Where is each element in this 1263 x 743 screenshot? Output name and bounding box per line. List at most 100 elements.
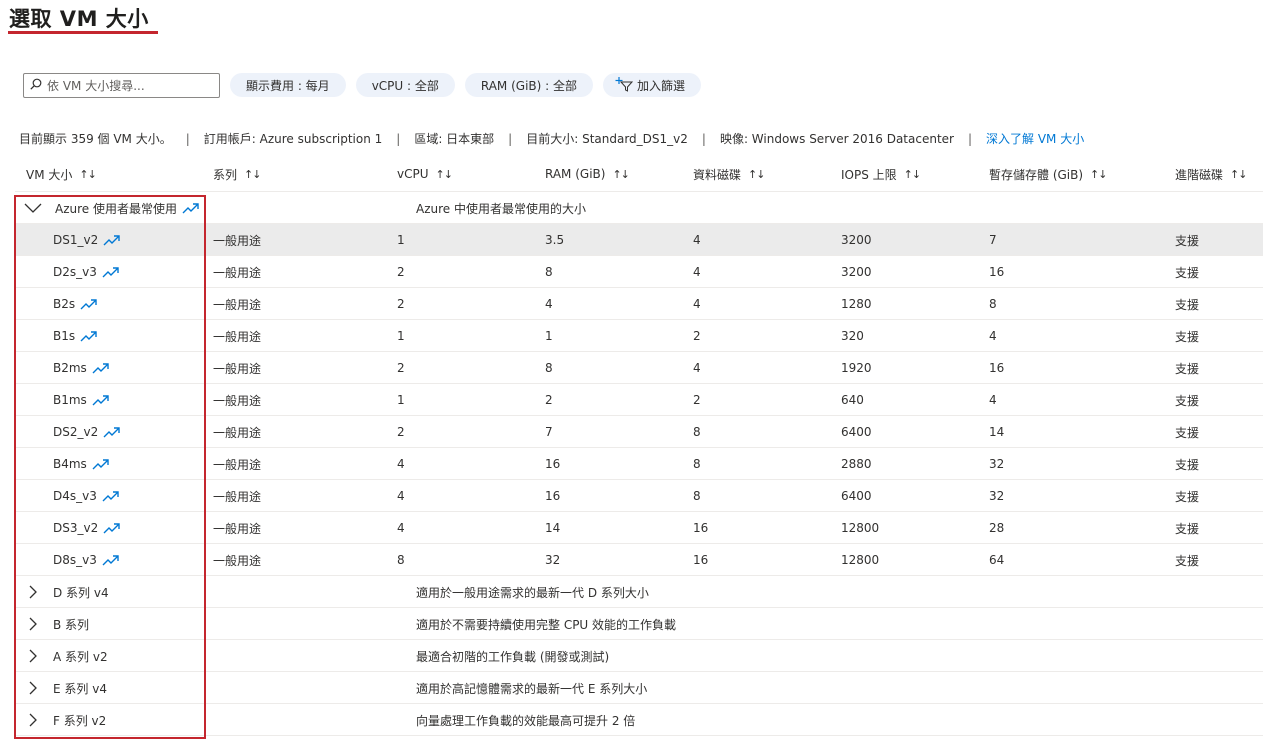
chevron-right-icon[interactable] [27,576,39,608]
column-header-family[interactable]: 系列 ↑↓ [213,165,261,183]
family-cell: 一般用途 [213,329,262,344]
family-cell: 一般用途 [213,361,262,376]
column-header-data-disks[interactable]: 資料磁碟 ↑↓ [693,165,765,183]
iops-cell: 320 [841,329,864,343]
search-placeholder: 依 VM 大小搜尋... [47,78,145,93]
region-info: 區域: 日本東部 [414,132,495,146]
ram-cell: 3.5 [545,233,565,247]
iops-cell: 3200 [841,265,872,279]
chevron-right-icon[interactable] [27,608,39,640]
separator: | [701,131,706,146]
group-row[interactable]: B 系列 適用於不需要持續使用完整 CPU 效能的工作負載 [15,608,1263,640]
search-input[interactable]: 依 VM 大小搜尋... [23,72,220,98]
ram-cell: 14 [545,521,561,535]
separator: | [396,131,401,146]
table-row[interactable]: B1s 一般用途 1 1 2 320 4 支援 [15,320,1263,352]
table-row[interactable]: D4s_v3 一般用途 4 16 8 6400 32 支援 [15,480,1263,512]
family-cell: 一般用途 [213,233,262,248]
vcpu-cell: 2 [397,265,405,279]
table-row[interactable]: DS1_v2 一般用途 1 3.5 4 3200 7 支援 [15,224,1263,256]
size-cell: D4s_v3 [53,480,120,512]
size-name: D2s_v3 [53,265,97,279]
size-name: D4s_v3 [53,489,97,503]
column-header-iops[interactable]: IOPS 上限 ↑↓ [841,165,921,183]
size-cell: B1s [53,320,98,352]
premium-disk-cell: 支援 [1175,329,1200,344]
column-header-label: IOPS 上限 [841,167,897,182]
chevron-right-icon[interactable] [27,640,39,672]
group-label: D 系列 v4 [53,585,109,600]
ram-cell: 1 [545,329,553,343]
group-row[interactable]: F 系列 v2 向量處理工作負載的效能最高可提升 2 倍 [15,704,1263,736]
family-cell: 一般用途 [213,457,262,472]
add-filter-label: 加入篩選 [637,78,686,93]
size-cell: B1ms [53,384,110,416]
iops-cell: 12800 [841,521,880,535]
iops-cell: 12800 [841,553,880,567]
iops-cell: 1280 [841,297,872,311]
cost-filter-pill[interactable]: 顯示費用 : 每月 [230,73,346,97]
column-header-ram[interactable]: RAM (GiB) ↑↓ [545,165,630,183]
column-header-label: 系列 [213,167,238,182]
ram-cell: 7 [545,425,553,439]
data-disks-cell: 4 [693,265,701,279]
table-row[interactable]: D2s_v3 一般用途 2 8 4 3200 16 支援 [15,256,1263,288]
size-cell: DS2_v2 [53,416,121,448]
group-row[interactable]: A 系列 v2 最適合初階的工作負載 (開發或測試) [15,640,1263,672]
vcpu-cell: 8 [397,553,405,567]
premium-disk-cell: 支援 [1175,297,1200,312]
column-header-label: 暫存儲存體 (GiB) [989,167,1084,182]
column-header-temp-storage[interactable]: 暫存儲存體 (GiB) ↑↓ [989,165,1108,183]
trending-up-icon [80,298,98,310]
premium-disk-cell: 支援 [1175,457,1200,472]
column-header-size[interactable]: VM 大小 ↑↓ [26,165,97,183]
table-row[interactable]: B4ms 一般用途 4 16 8 2880 32 支援 [15,448,1263,480]
size-name: B2ms [53,361,87,375]
data-disks-cell: 4 [693,361,701,375]
data-disks-cell: 8 [693,425,701,439]
family-cell: 一般用途 [213,521,262,536]
chevron-right-icon[interactable] [27,704,39,736]
iops-cell: 6400 [841,425,872,439]
image-info: 映像: Windows Server 2016 Datacenter [719,132,954,146]
vcpu-cell: 2 [397,297,405,311]
column-header-label: VM 大小 [26,167,73,182]
group-row[interactable]: D 系列 v4 適用於一般用途需求的最新一代 D 系列大小 [15,576,1263,608]
add-filter-button[interactable]: 加入篩選 [603,73,702,97]
group-row[interactable]: E 系列 v4 適用於高記憶體需求的最新一代 E 系列大小 [15,672,1263,704]
table-row[interactable]: B1ms 一般用途 1 2 2 640 4 支援 [15,384,1263,416]
iops-cell: 2880 [841,457,872,471]
family-cell: 一般用途 [213,425,262,440]
size-count: 目前顯示 359 個 VM 大小。 [19,132,172,146]
column-header-premium-disk[interactable]: 進階磁碟 ↑↓ [1175,165,1247,183]
temp-storage-cell: 4 [989,393,997,407]
vcpu-filter-pill[interactable]: vCPU : 全部 [355,73,455,97]
table-row[interactable]: DS2_v2 一般用途 2 7 8 6400 14 支援 [15,416,1263,448]
temp-storage-cell: 16 [989,265,1005,279]
group-description: 適用於一般用途需求的最新一代 D 系列大小 [416,585,649,600]
table-row[interactable]: DS3_v2 一般用途 4 14 16 12800 28 支援 [15,512,1263,544]
chevron-right-icon[interactable] [27,672,39,704]
vcpu-cell: 2 [397,425,405,439]
sort-icon: ↑↓ [1090,167,1107,181]
chevron-down-icon[interactable] [23,192,43,224]
table-row[interactable]: B2ms 一般用途 2 8 4 1920 16 支援 [15,352,1263,384]
group-description: Azure 中使用者最常使用的大小 [416,201,586,216]
temp-storage-cell: 32 [989,489,1005,503]
group-description: 適用於不需要持續使用完整 CPU 效能的工作負載 [416,617,677,632]
vcpu-cell: 4 [397,521,405,535]
column-header-vcpu[interactable]: vCPU ↑↓ [397,165,453,183]
vcpu-cell: 1 [397,329,405,343]
column-header-label: 資料磁碟 [693,167,742,182]
ram-filter-pill[interactable]: RAM (GiB) : 全部 [464,73,594,97]
group-row-popular[interactable]: Azure 使用者最常使用 Azure 中使用者最常使用的大小 [15,192,1263,224]
vcpu-cell: 4 [397,457,405,471]
trending-up-icon [92,394,110,406]
separator: | [185,131,190,146]
table-row[interactable]: B2s 一般用途 2 4 4 1280 8 支援 [15,288,1263,320]
premium-disk-cell: 支援 [1175,233,1200,248]
family-cell: 一般用途 [213,489,262,504]
sort-icon: ↑↓ [903,167,921,181]
learn-more-link[interactable]: 深入了解 VM 大小 [986,130,1084,147]
table-row[interactable]: D8s_v3 一般用途 8 32 16 12800 64 支援 [15,544,1263,576]
